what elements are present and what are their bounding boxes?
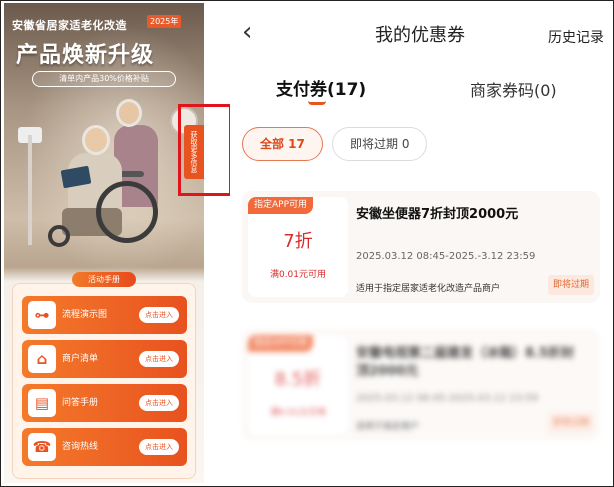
app-only-tag: 指定APP可用 bbox=[248, 197, 314, 214]
active-tab-indicator bbox=[308, 101, 326, 105]
coupon-discount: 8.5折 bbox=[274, 369, 322, 390]
menu-item-label: 商户清单 bbox=[62, 354, 99, 364]
elderly-man-head bbox=[82, 125, 110, 155]
coupon-validity: 2025.03.12 08:45-2025.03.12 23:59 bbox=[356, 393, 539, 404]
flow-icon: ⊶ bbox=[28, 301, 56, 329]
wheelchair-wheel-icon bbox=[96, 181, 158, 243]
history-link[interactable]: 历史记录 bbox=[548, 27, 604, 47]
app-only-tag: 指定APP可用 bbox=[248, 335, 314, 352]
enter-button[interactable]: 点击进入 bbox=[139, 351, 179, 367]
promo-poster[interactable]: 安徽省居家适老化改造 2025年 产品焕新升级 清单内产品30%价格补贴 获取更… bbox=[4, 3, 204, 483]
menu-item-faq[interactable]: ▤ 问答手册 点击进入 bbox=[22, 384, 187, 422]
coupon-title: 安徽电视第二届建发（冰箱）8.5折封顶2000元 bbox=[356, 346, 575, 379]
year-badge: 2025年 bbox=[147, 15, 182, 28]
menu-item-label: 问答手册 bbox=[62, 398, 99, 408]
coupon-value-panel: 指定APP可用 7折 满0.01元可用 bbox=[248, 197, 348, 297]
enter-button[interactable]: 点击进入 bbox=[139, 439, 179, 455]
promo-headline: 产品焕新升级 bbox=[16, 42, 155, 68]
enter-button[interactable]: 点击进入 bbox=[139, 307, 179, 323]
coupon-scope: 适用于指定居家适老化改造产品商户 bbox=[356, 284, 501, 294]
expiring-badge: 即将过期 bbox=[547, 413, 594, 433]
filter-expiring[interactable]: 即将过期 0 bbox=[332, 127, 428, 161]
annotation-highlight-box bbox=[178, 104, 232, 196]
menu-item-flow[interactable]: ⊶ 流程演示图 点击进入 bbox=[22, 296, 187, 334]
promo-top-title: 安徽省居家适老化改造 bbox=[12, 19, 127, 32]
coupon-title: 安徽坐便器7折封顶2000元 bbox=[356, 207, 519, 222]
coupon-discount: 7折 bbox=[283, 231, 313, 252]
enter-button[interactable]: 点击进入 bbox=[139, 395, 179, 411]
coupon-tabs: 支付券(17) 商家券码(0) bbox=[230, 75, 610, 115]
phone-icon: ☎ bbox=[28, 433, 56, 461]
coupon-card[interactable]: 指定APP可用 7折 满0.01元可用 安徽坐便器7折封顶2000元 2025.… bbox=[242, 191, 600, 303]
filter-all[interactable]: 全部 17 bbox=[242, 127, 323, 161]
tab-merchant-codes[interactable]: 商家券码(0) bbox=[470, 77, 557, 101]
shop-icon: ⌂ bbox=[28, 345, 56, 373]
medical-stand-pole bbox=[28, 135, 32, 245]
handbook-tag: 活动手册 bbox=[72, 272, 136, 287]
coupon-scope: 适用于指定商户 bbox=[356, 422, 420, 432]
wheelchair-small-wheel-icon bbox=[48, 225, 70, 247]
menu-item-shops[interactable]: ⌂ 商户清单 点击进入 bbox=[22, 340, 187, 378]
coupon-screen: ‹ 我的优惠券 历史记录 支付券(17) 商家券码(0) 全部 17 即将过期 … bbox=[230, 3, 610, 483]
coupon-validity: 2025.03.12 08:45-2025.-3.12 23:59 bbox=[356, 251, 536, 262]
caregiver-head bbox=[116, 99, 142, 127]
coupon-card[interactable]: 指定APP可用 8.5折 满0.01元可用 安徽电视第二届建发（冰箱）8.5折封… bbox=[242, 329, 600, 441]
coupon-condition: 满0.01元可用 bbox=[269, 270, 327, 280]
tab-payment-coupons[interactable]: 支付券(17) bbox=[276, 75, 366, 100]
promo-subline: 清单内产品30%价格补贴 bbox=[32, 71, 176, 87]
nav-bar: ‹ 我的优惠券 历史记录 bbox=[230, 3, 610, 63]
menu-item-label: 咨询热线 bbox=[62, 442, 99, 452]
menu-item-label: 流程演示图 bbox=[62, 310, 108, 320]
expiring-badge: 即将过期 bbox=[547, 275, 594, 295]
coupon-value-panel: 指定APP可用 8.5折 满0.01元可用 bbox=[248, 335, 348, 435]
menu-item-hotline[interactable]: ☎ 咨询热线 点击进入 bbox=[22, 428, 187, 466]
handbook-menu: ⊶ 流程演示图 点击进入 ⌂ 商户清单 点击进入 ▤ 问答手册 点击进入 ☎ 咨… bbox=[12, 283, 196, 479]
book-icon: ▤ bbox=[28, 389, 56, 417]
coupon-condition: 满0.01元可用 bbox=[269, 408, 327, 418]
